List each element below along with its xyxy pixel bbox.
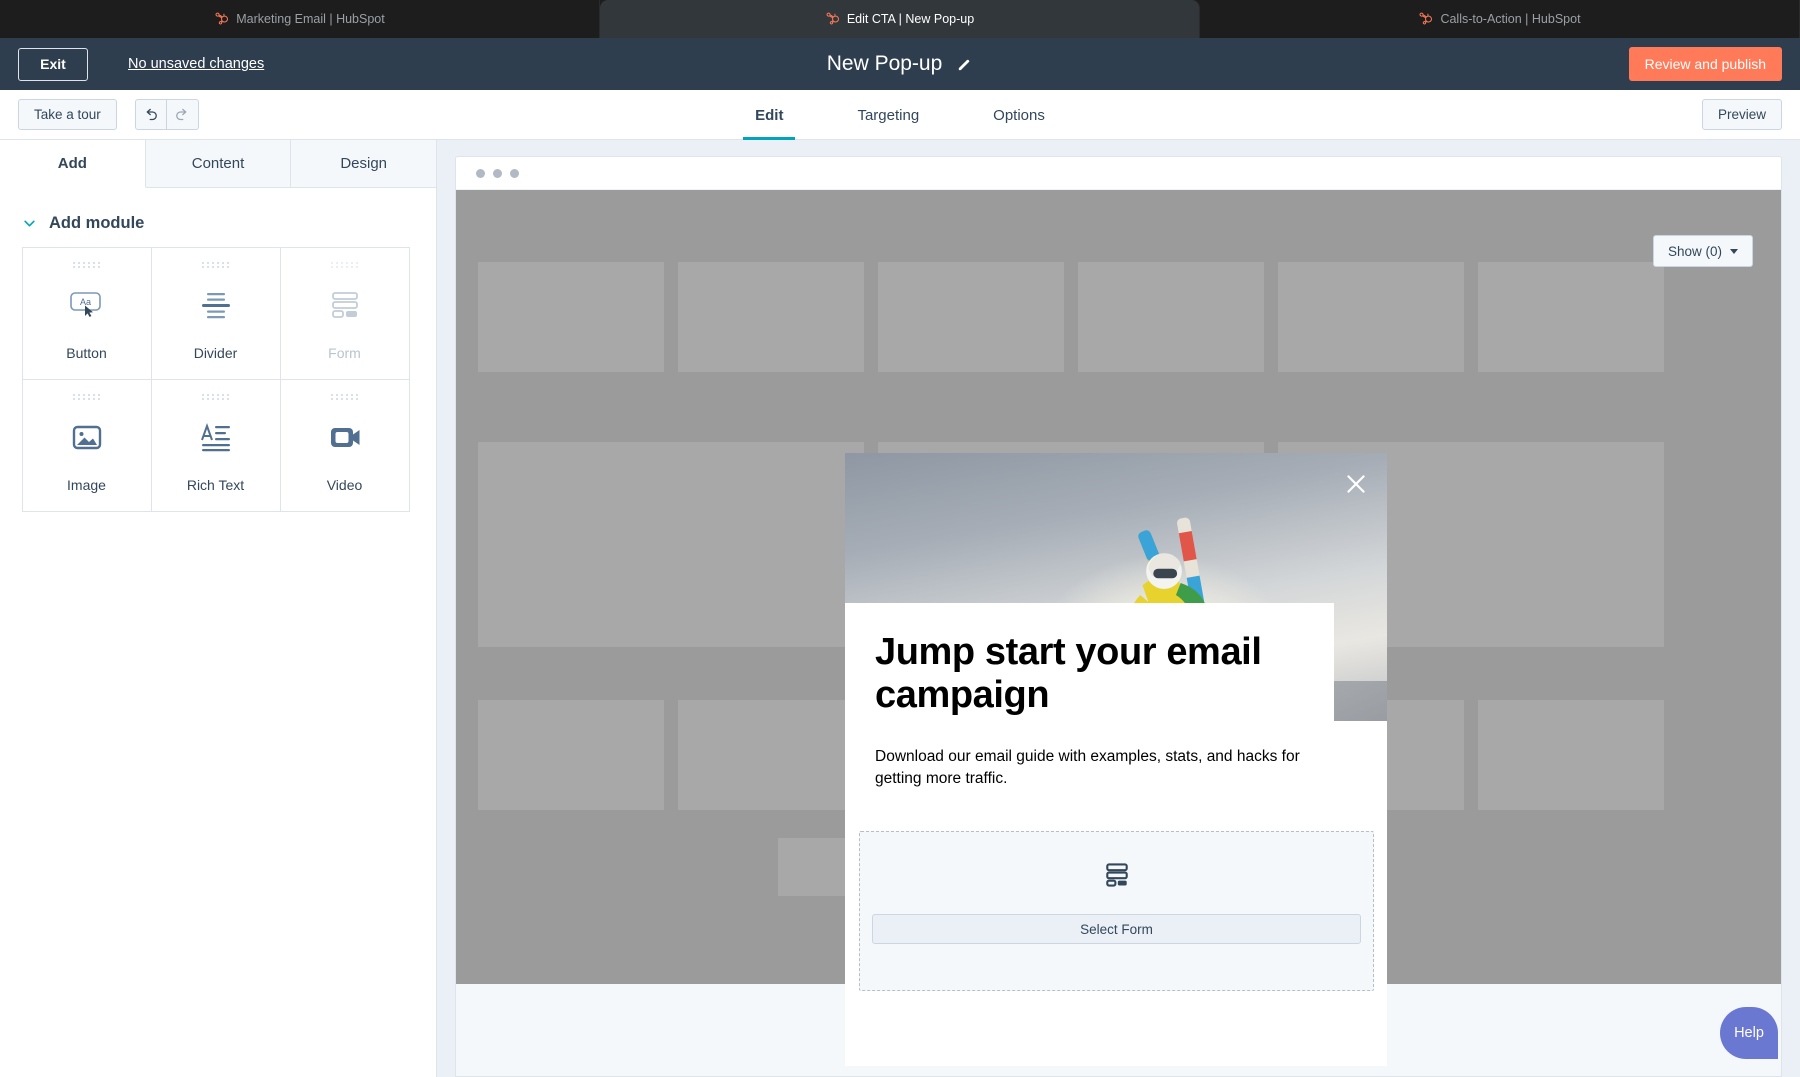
module-label: Button <box>66 345 106 361</box>
divider-icon <box>195 284 237 326</box>
drag-handle-icon[interactable] <box>202 394 230 400</box>
module-card-image[interactable]: Image <box>22 379 152 512</box>
browser-tab-edit-cta[interactable]: Edit CTA | New Pop-up <box>600 0 1200 38</box>
editor-body: Add Content Design Add module Aa <box>0 140 1800 1077</box>
browser-tab-marketing-email[interactable]: Marketing Email | HubSpot <box>0 0 600 38</box>
chevron-down-icon <box>1730 249 1738 254</box>
module-grid: Aa Button <box>0 247 436 511</box>
drag-handle-icon[interactable] <box>73 262 101 268</box>
module-label: Rich Text <box>187 477 244 493</box>
browser-mockup: Show (0) <box>455 156 1782 1077</box>
left-sidebar: Add Content Design Add module Aa <box>0 140 437 1077</box>
popup-content-card: Jump start your email campaign Download … <box>845 721 1387 1066</box>
module-card-rich-text[interactable]: Rich Text <box>151 379 281 512</box>
popup-body-text[interactable]: Download our email guide with examples, … <box>875 746 1305 790</box>
chevron-down-icon <box>22 216 37 231</box>
button-icon: Aa <box>66 284 108 326</box>
show-dropdown-button[interactable]: Show (0) <box>1653 235 1753 267</box>
popup-title: Jump start your email campaign <box>875 631 1304 716</box>
help-button[interactable]: Help <box>1720 1007 1778 1059</box>
hubspot-favicon <box>214 12 228 26</box>
editor-toolbar: Take a tour Edit Targeting Options Previ… <box>0 90 1800 140</box>
editor-tabs: Edit Targeting Options <box>0 90 1800 140</box>
save-status-link[interactable]: No unsaved changes <box>128 56 264 72</box>
rich-text-icon <box>195 416 237 458</box>
review-and-publish-button[interactable]: Review and publish <box>1629 47 1782 81</box>
add-module-section-header[interactable]: Add module <box>0 188 436 247</box>
form-dropzone[interactable]: Select Form <box>859 831 1374 991</box>
show-dropdown-label: Show (0) <box>1668 244 1722 259</box>
add-module-label: Add module <box>49 214 144 233</box>
mockup-dot <box>476 169 485 178</box>
module-label: Image <box>67 477 106 493</box>
select-form-button[interactable]: Select Form <box>872 914 1361 944</box>
drag-handle-icon <box>331 262 359 268</box>
module-card-divider[interactable]: Divider <box>151 247 281 380</box>
cta-popup-preview: Jump start your email campaign Download … <box>845 453 1387 1066</box>
module-label: Video <box>327 477 363 493</box>
form-icon <box>324 284 366 326</box>
video-icon <box>324 416 366 458</box>
sidebar-tabs: Add Content Design <box>0 140 436 188</box>
drag-handle-icon[interactable] <box>73 394 101 400</box>
popup-title-block[interactable]: Jump start your email campaign <box>845 603 1334 738</box>
form-icon <box>1100 860 1134 890</box>
drag-handle-icon[interactable] <box>331 394 359 400</box>
module-label: Form <box>328 345 361 361</box>
module-card-form: Form <box>280 247 410 380</box>
browser-tab-strip: Marketing Email | HubSpot Edit CTA | New… <box>0 0 1800 38</box>
drag-handle-icon[interactable] <box>202 262 230 268</box>
tab-options[interactable]: Options <box>981 90 1057 140</box>
sidebar-tab-design[interactable]: Design <box>291 140 436 187</box>
svg-text:Aa: Aa <box>79 297 90 307</box>
module-card-button[interactable]: Aa Button <box>22 247 152 380</box>
sidebar-tab-add[interactable]: Add <box>0 140 146 188</box>
hubspot-favicon <box>825 12 839 26</box>
edit-pencil-icon[interactable] <box>956 56 973 73</box>
page-title-group: New Pop-up <box>0 38 1800 90</box>
exit-button[interactable]: Exit <box>18 48 88 81</box>
browser-tab-title: Edit CTA | New Pop-up <box>847 12 974 26</box>
module-label: Divider <box>194 345 238 361</box>
preview-canvas: Show (0) <box>437 140 1800 1077</box>
app-header: Exit No unsaved changes New Pop-up Revie… <box>0 38 1800 90</box>
browser-tab-calls-to-action[interactable]: Calls-to-Action | HubSpot <box>1200 0 1800 38</box>
mockup-page: Show (0) <box>456 190 1781 1076</box>
tab-edit[interactable]: Edit <box>743 90 795 140</box>
page-title: New Pop-up <box>827 52 943 76</box>
browser-tab-title: Marketing Email | HubSpot <box>236 12 384 26</box>
hubspot-favicon <box>1418 12 1432 26</box>
mockup-dot <box>510 169 519 178</box>
mockup-chrome <box>456 157 1781 190</box>
close-icon[interactable] <box>1343 471 1369 497</box>
browser-tab-title: Calls-to-Action | HubSpot <box>1440 12 1580 26</box>
module-card-video[interactable]: Video <box>280 379 410 512</box>
tab-targeting[interactable]: Targeting <box>845 90 931 140</box>
mockup-dot <box>493 169 502 178</box>
form-placeholder-icon-wrap <box>860 860 1373 890</box>
sidebar-tab-content[interactable]: Content <box>146 140 292 187</box>
image-icon <box>66 416 108 458</box>
